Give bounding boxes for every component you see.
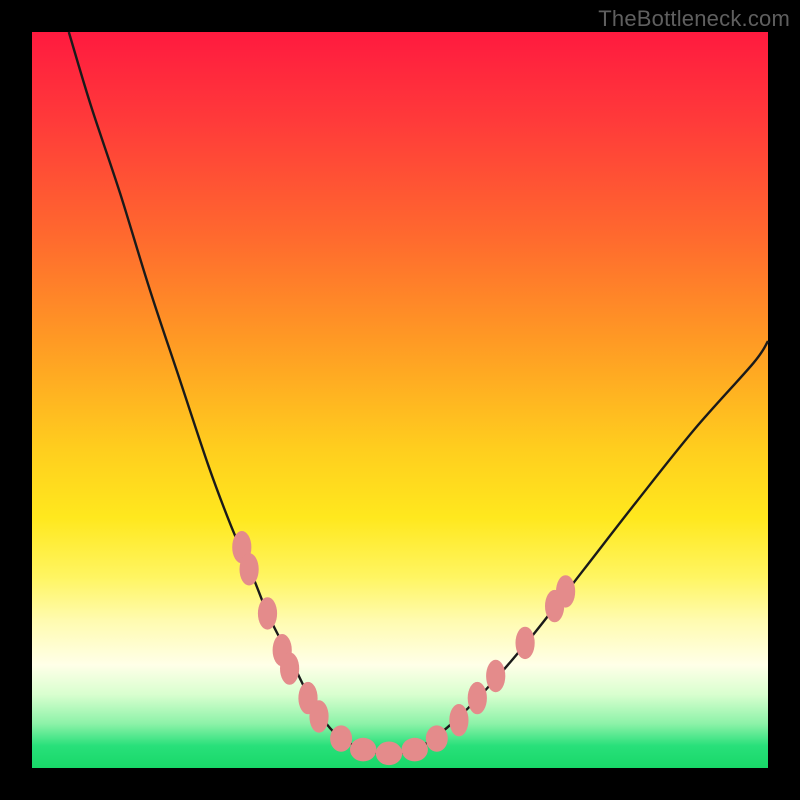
curve-marker bbox=[240, 553, 259, 585]
curve-marker bbox=[350, 738, 376, 762]
curve-marker bbox=[402, 738, 428, 762]
curve-marker bbox=[426, 725, 448, 751]
curve-marker bbox=[280, 652, 299, 684]
plot-area bbox=[32, 32, 768, 768]
curve-marker bbox=[258, 597, 277, 629]
chart-svg bbox=[32, 32, 768, 768]
bottleneck-curve bbox=[69, 32, 768, 754]
watermark-text: TheBottleneck.com bbox=[598, 6, 790, 32]
curve-marker bbox=[309, 700, 328, 732]
chart-frame: TheBottleneck.com bbox=[0, 0, 800, 800]
curve-marker bbox=[468, 682, 487, 714]
curve-marker bbox=[449, 704, 468, 736]
curve-markers bbox=[232, 531, 575, 765]
curve-marker bbox=[330, 725, 352, 751]
curve-marker bbox=[556, 575, 575, 607]
curve-marker bbox=[486, 660, 505, 692]
curve-marker bbox=[376, 742, 402, 766]
curve-marker bbox=[516, 627, 535, 659]
